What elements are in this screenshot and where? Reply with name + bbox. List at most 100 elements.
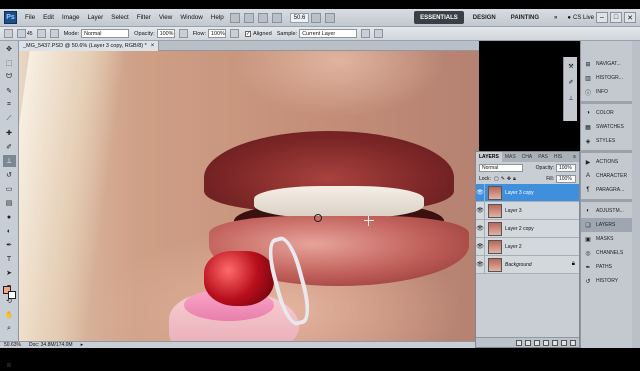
new-layer-icon[interactable] <box>561 339 567 346</box>
new-group-icon[interactable] <box>552 339 558 346</box>
blend-mode-select[interactable]: Normal <box>479 163 523 172</box>
hand-tool-icon[interactable] <box>257 12 268 23</box>
tool-presets-icon[interactable]: ⚒ <box>566 61 576 71</box>
lock-pixels-icon[interactable]: ✎ <box>501 176 505 182</box>
hand-tool-icon[interactable]: ✋ <box>3 309 16 321</box>
menu-select[interactable]: Select <box>107 9 133 27</box>
layer-row[interactable]: 👁︎ Background 🔒︎ <box>476 255 579 274</box>
dock-styles[interactable]: ◈ STYLES <box>581 134 632 148</box>
screen-mode-icon[interactable] <box>325 12 336 23</box>
bridge-icon[interactable] <box>229 12 240 23</box>
marquee-tool-icon[interactable]: ⬚ <box>3 57 16 69</box>
tab-paths[interactable]: PAS <box>535 152 551 162</box>
eye-icon[interactable]: 👁︎ <box>476 255 485 274</box>
dock-paragraph[interactable]: ¶ PARAGRA... <box>581 183 632 197</box>
minibridge-icon[interactable] <box>243 12 254 23</box>
tab-history[interactable]: HIS <box>551 152 565 162</box>
lock-all-icon[interactable]: 🔒︎ <box>513 176 516 182</box>
more-workspaces-icon[interactable]: » <box>548 11 563 24</box>
eraser-tool-icon[interactable]: ▭ <box>3 183 16 195</box>
layer-style-icon[interactable] <box>525 339 531 346</box>
airbrush-icon[interactable] <box>230 29 240 38</box>
trash-icon[interactable] <box>570 339 576 346</box>
dock-masks[interactable]: ▣ MASKS <box>581 232 632 246</box>
image-canvas[interactable] <box>19 51 479 341</box>
clone-stamp-tool-icon[interactable]: ⊥ <box>2 155 16 167</box>
dock-navigator[interactable]: ⊞ NAVIGAT... <box>581 57 632 71</box>
layer-opacity-field[interactable]: 100% <box>556 163 576 172</box>
pressure-opacity-icon[interactable] <box>178 29 188 38</box>
path-select-tool-icon[interactable]: ➤ <box>3 267 16 279</box>
fill-field[interactable]: 100% <box>556 174 576 183</box>
dock-adjustments[interactable]: ◐ ADJUSTM... <box>581 204 632 218</box>
dock-actions[interactable]: ▶ ACTIONS <box>581 155 632 169</box>
dodge-tool-icon[interactable]: ◐ <box>3 225 16 237</box>
layer-row[interactable]: 👁︎ Layer 2 <box>476 237 579 256</box>
dock-paths[interactable]: ✒ PATHS <box>581 260 632 274</box>
tab-layers[interactable]: LAYERS <box>476 152 502 162</box>
minimize-button[interactable]: – <box>596 12 608 23</box>
sample-select[interactable]: Current Layer <box>299 29 358 38</box>
adjustment-layer-icon[interactable] <box>543 339 549 346</box>
brush-panel-icon[interactable] <box>36 29 46 38</box>
blur-tool-icon[interactable]: ● <box>3 211 16 223</box>
lock-position-icon[interactable]: ✥ <box>507 176 511 182</box>
quick-mask-icon[interactable]: ◙ <box>3 359 16 371</box>
dock-histogram[interactable]: ▥ HISTOGR... <box>581 71 632 85</box>
lock-transparency-icon[interactable]: ▢ <box>494 176 499 182</box>
menu-filter[interactable]: Filter <box>133 9 155 27</box>
brush-preview-icon[interactable] <box>17 29 26 38</box>
arrange-icon[interactable] <box>311 12 322 23</box>
aligned-checkbox[interactable]: ✓ <box>245 30 252 37</box>
lasso-tool-icon[interactable]: ᗢ <box>3 71 16 83</box>
dock-swatches[interactable]: ▦ SWATCHES <box>581 120 632 134</box>
workspace-design[interactable]: DESIGN <box>467 11 502 24</box>
dock-scrollbar[interactable] <box>632 41 640 348</box>
maximize-button[interactable]: □ <box>610 12 622 23</box>
type-tool-icon[interactable]: T <box>3 253 16 265</box>
healing-brush-tool-icon[interactable]: ✚ <box>3 127 16 139</box>
workspace-painting[interactable]: PAINTING <box>505 11 545 24</box>
tab-masks[interactable]: MAS <box>502 152 519 162</box>
close-tab-icon[interactable]: × <box>151 43 155 49</box>
clone-source-panel-icon[interactable]: ⊥ <box>566 93 576 103</box>
dock-color[interactable]: ◑ COLOR <box>581 106 632 120</box>
brush-presets-icon[interactable]: ✐ <box>566 77 576 87</box>
layer-row[interactable]: 👁︎ Layer 3 <box>476 201 579 220</box>
menu-file[interactable]: File <box>21 9 39 27</box>
ignore-adjustment-icon[interactable] <box>361 29 371 38</box>
layer-row[interactable]: 👁︎ Layer 2 copy <box>476 219 579 238</box>
dock-channels[interactable]: ◎ CHANNELS <box>581 246 632 260</box>
opacity-field[interactable]: 100% <box>156 29 175 38</box>
zoom-tool-icon[interactable]: ⌕ <box>3 323 16 335</box>
menu-layer[interactable]: Layer <box>84 9 108 27</box>
eye-icon[interactable]: 👁︎ <box>476 183 485 202</box>
eyedropper-tool-icon[interactable]: ⟋ <box>3 113 16 125</box>
eye-icon[interactable]: 👁︎ <box>476 237 485 256</box>
menu-image[interactable]: Image <box>58 9 84 27</box>
background-color-swatch[interactable] <box>8 291 16 299</box>
dock-info[interactable]: ⓘ INFO <box>581 85 632 99</box>
zoom-tool-icon[interactable] <box>271 12 282 23</box>
dock-character[interactable]: A CHARACTER <box>581 169 632 183</box>
document-tab[interactable]: _MG_5437.PSD @ 50.6% (Layer 3 copy, RGB/… <box>19 40 160 51</box>
zoom-level[interactable]: 50.6 <box>289 12 310 23</box>
pen-tool-icon[interactable]: ✒ <box>3 239 16 251</box>
mode-select[interactable]: Normal <box>81 29 130 38</box>
gradient-tool-icon[interactable]: ▤ <box>3 197 16 209</box>
pressure-size-icon[interactable] <box>374 29 384 38</box>
panel-menu-icon[interactable]: ≡ <box>573 154 576 160</box>
clone-source-icon[interactable] <box>49 29 59 38</box>
workspace-essentials[interactable]: ESSENTIALS <box>414 11 464 24</box>
cs-live-button[interactable]: ● CS Live <box>567 15 594 21</box>
menu-window[interactable]: Window <box>176 9 206 27</box>
eye-icon[interactable]: 👁︎ <box>476 201 485 220</box>
crop-tool-icon[interactable]: ⌗ <box>3 99 16 111</box>
history-brush-tool-icon[interactable]: ↺ <box>3 169 16 181</box>
flow-field[interactable]: 100% <box>208 29 227 38</box>
clone-stamp-preset-icon[interactable] <box>4 29 13 38</box>
dock-history[interactable]: ↺ HISTORY <box>581 274 632 288</box>
link-layers-icon[interactable] <box>516 339 522 346</box>
dock-layers[interactable]: ❏ LAYERS <box>581 218 632 232</box>
close-button[interactable]: ✕ <box>624 12 636 23</box>
